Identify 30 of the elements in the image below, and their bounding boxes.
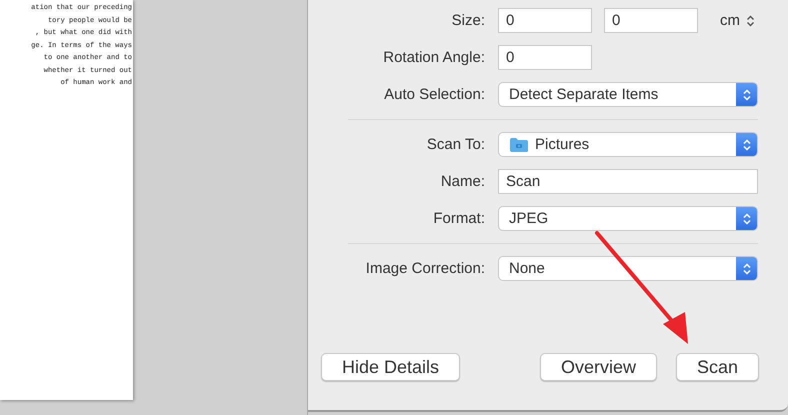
field-label: Image Correction: bbox=[364, 260, 485, 277]
field-label: Rotation Angle: bbox=[382, 49, 485, 66]
input-field[interactable]: 0 bbox=[498, 8, 592, 33]
unit-text: cm bbox=[720, 12, 740, 29]
push-button[interactable]: Hide Details bbox=[321, 353, 460, 381]
field-label: Auto Selection: bbox=[383, 86, 485, 103]
stepper-icon bbox=[736, 207, 757, 230]
unit-popup[interactable]: cm bbox=[720, 12, 755, 29]
field-label: Size: bbox=[450, 12, 485, 29]
popup-value: None bbox=[509, 260, 546, 277]
push-button[interactable]: Overview bbox=[540, 353, 657, 381]
input-field[interactable]: Scan bbox=[498, 169, 758, 194]
stepper-icon bbox=[746, 14, 755, 26]
stepper-icon bbox=[736, 133, 757, 156]
popup-menu[interactable]: JPEG bbox=[498, 206, 758, 231]
field-label: Format: bbox=[432, 210, 485, 227]
stepper-icon bbox=[736, 257, 757, 280]
input-field[interactable]: 0 bbox=[604, 8, 698, 33]
popup-menu[interactable]: Pictures bbox=[498, 132, 758, 157]
folder-icon bbox=[509, 136, 529, 152]
popup-menu[interactable]: Detect Separate Items bbox=[498, 82, 758, 107]
field-label: Name: bbox=[440, 173, 485, 190]
stepper-icon bbox=[736, 83, 757, 106]
popup-value: Detect Separate Items bbox=[509, 86, 660, 103]
popup-menu[interactable]: None bbox=[498, 256, 758, 281]
input-field[interactable]: 0 bbox=[498, 45, 592, 70]
push-button[interactable]: Scan bbox=[676, 353, 759, 381]
popup-value: JPEG bbox=[509, 210, 550, 227]
field-label: Scan To: bbox=[426, 136, 485, 153]
popup-value: Pictures bbox=[535, 136, 590, 153]
